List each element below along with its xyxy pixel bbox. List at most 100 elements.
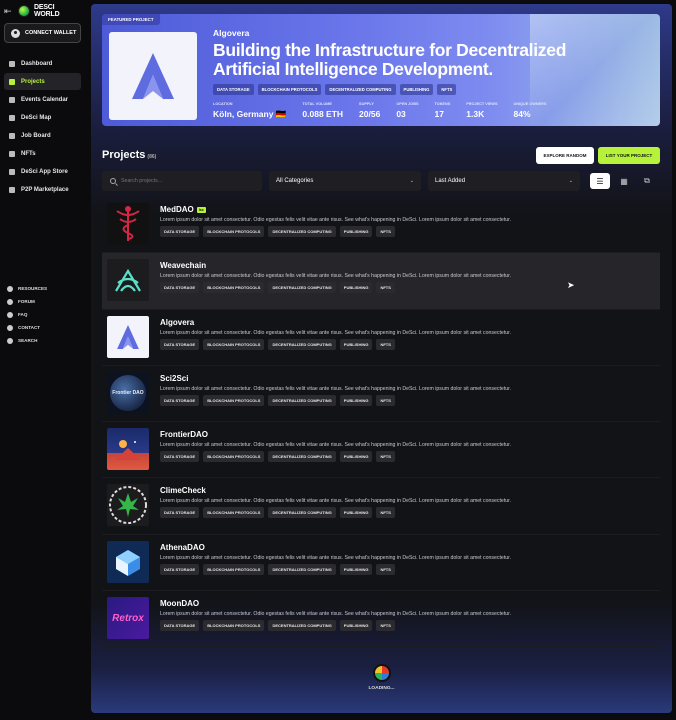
- nav-item-projects[interactable]: Projects: [4, 73, 81, 90]
- arrow-left-icon[interactable]: ⇤: [4, 6, 14, 17]
- project-row[interactable]: Frontier DAO Sci2Sci Lorem ipsum dolor s…: [102, 366, 660, 423]
- subnav-label: FORUM: [18, 299, 35, 304]
- featured-banner[interactable]: FEATURED PROJECT Algovera Building the I…: [102, 14, 660, 126]
- stat-project-views: PROJECT VIEWS 1.3K: [466, 102, 497, 120]
- project-name: Sci2Sci: [160, 374, 188, 383]
- project-row[interactable]: FrontierDAO Lorem ipsum dolor sit amet c…: [102, 422, 660, 479]
- project-tags: DATA STORAGE BLOCKCHAIN PROTOCOLS DECENTRA…: [160, 451, 395, 463]
- map-icon: [9, 114, 15, 121]
- project-name: AthenaDAO: [160, 543, 205, 552]
- project-row[interactable]: Algovera Lorem ipsum dolor sit amet cons…: [102, 310, 660, 366]
- secondary-nav: RESOURCES FORUM FAQ CONTACT SEARCH: [7, 282, 47, 347]
- tag: DECENTRALIZED COMPUTING: [268, 226, 336, 237]
- project-logo: [107, 484, 149, 527]
- sort-select[interactable]: Last Added ⌄: [428, 171, 580, 191]
- nav-item-nfts[interactable]: NFTs: [4, 145, 81, 162]
- stat-location: LOCATION Köln, Germany 🇩🇪: [213, 102, 286, 120]
- tag: NFTS: [376, 620, 395, 632]
- project-name-text: AthenaDAO: [160, 542, 205, 552]
- tag: BLOCKCHAIN PROTOCOLS: [203, 451, 265, 463]
- tag: BLOCKCHAIN PROTOCOLS: [203, 394, 265, 406]
- explore-random-button[interactable]: EXPLORE RANDOM: [536, 147, 594, 164]
- tag: BLOCKCHAIN PROTOCOLS: [203, 338, 265, 350]
- project-description: Lorem ipsum dolor sit amet consectetur. …: [160, 385, 512, 392]
- subnav-faq[interactable]: FAQ: [7, 308, 47, 321]
- nav-item-events-calendar[interactable]: Events Calendar: [4, 91, 81, 108]
- nav-item-job-board[interactable]: Job Board: [4, 127, 81, 144]
- list-view-icon: ☰: [596, 176, 604, 186]
- nav-label: NFTs: [21, 150, 36, 157]
- tag: DATA STORAGE: [160, 507, 200, 519]
- project-row[interactable]: MedDAO lsc Lorem ipsum dolor sit amet con…: [102, 197, 660, 254]
- nav-item-desci-map[interactable]: DeSci Map: [4, 109, 81, 126]
- tag: PUBLISHING: [339, 451, 373, 463]
- logo-text: DESCI WORLD: [34, 4, 60, 18]
- project-description: Lorem ipsum dolor sit amet consectetur. …: [160, 217, 512, 223]
- tag: PUBLISHING: [399, 84, 434, 95]
- project-row[interactable]: ClimeCheck Lorem ipsum dolor sit amet co…: [102, 478, 660, 535]
- stat-value: 17: [434, 109, 444, 119]
- tag: DECENTRALIZED COMPUTING: [268, 394, 336, 406]
- search-box[interactable]: [102, 171, 262, 191]
- appstore-icon: [9, 168, 15, 175]
- tag: BLOCKCHAIN PROTOCOLS: [203, 507, 265, 519]
- card-view-button[interactable]: ⧉: [637, 173, 657, 189]
- subnav-label: SEARCH: [18, 338, 38, 343]
- subnav-search[interactable]: SEARCH: [7, 334, 47, 347]
- stat-label: LOCATION: [213, 102, 233, 106]
- project-row[interactable]: AthenaDAO Lorem ipsum dolor sit amet con…: [102, 535, 660, 592]
- main-panel: FEATURED PROJECT Algovera Building the I…: [91, 4, 672, 713]
- projects-icon: [9, 78, 15, 85]
- subnav-forum[interactable]: FORUM: [7, 295, 47, 308]
- project-tags: DATA STORAGE BLOCKCHAIN PROTOCOLS DECENTRA…: [160, 338, 395, 350]
- project-tags: DATA STORAGE BLOCKCHAIN PROTOCOLS DECENTRA…: [160, 563, 395, 575]
- subnav-contact[interactable]: CONTACT: [7, 321, 47, 334]
- project-logo: Frontier DAO: [107, 371, 149, 414]
- nav-item-p2p-marketplace[interactable]: P2P Marketplace: [4, 181, 81, 198]
- tag: BLOCKCHAIN PROTOCOLS: [203, 563, 265, 575]
- project-name: FrontierDAO: [160, 430, 208, 439]
- tag: NFTS: [376, 507, 395, 519]
- category-select[interactable]: All Categories ⌄: [269, 171, 421, 191]
- grid-view-button[interactable]: ▦: [614, 173, 634, 189]
- project-description: Lorem ipsum dolor sit amet consectetur. …: [160, 554, 512, 561]
- stat-label: UNIQUE OWNERS: [513, 102, 547, 106]
- project-logo: Retrox: [107, 597, 149, 640]
- project-name-text: FrontierDAO: [160, 430, 208, 440]
- faq-icon: [7, 311, 13, 318]
- loading-text: LOADING...: [368, 686, 395, 691]
- project-list: MedDAO lsc Lorem ipsum dolor sit amet con…: [102, 197, 660, 648]
- project-name-text: MoonDAO: [160, 599, 200, 609]
- stat-value: 0.088 ETH: [302, 109, 344, 119]
- tag: NFTS: [376, 563, 395, 575]
- connect-wallet-button[interactable]: CONNECT WALLET: [4, 23, 81, 43]
- stat-label: PROJECT VIEWS: [466, 102, 498, 106]
- tag: DATA STORAGE: [160, 282, 200, 294]
- nav-label: P2P Marketplace: [21, 186, 69, 193]
- nav-item-dashboard[interactable]: Dashboard: [4, 55, 81, 72]
- project-row[interactable]: Retrox MoonDAO Lorem ipsum dolor sit ame…: [102, 591, 660, 648]
- project-row[interactable]: Weavechain Lorem ipsum dolor sit amet co…: [102, 253, 660, 310]
- project-logo: [107, 203, 149, 245]
- project-tags: DATA STORAGE BLOCKCHAIN PROTOCOLS DECENTRA…: [160, 620, 395, 632]
- tag: DATA STORAGE: [160, 451, 200, 463]
- search-input[interactable]: [121, 178, 251, 184]
- sort-select-value: Last Added: [435, 178, 466, 184]
- nft-icon: [9, 150, 15, 157]
- nav-item-app-store[interactable]: DeSci App Store: [4, 163, 81, 180]
- list-project-button[interactable]: LIST YOUR PROJECT: [598, 147, 660, 164]
- stat-open-jobs: OPEN JOBS 03: [396, 102, 418, 120]
- logo[interactable]: ⇤ DESCI WORLD: [4, 3, 60, 19]
- list-view-button[interactable]: ☰: [590, 173, 610, 189]
- project-logo: [107, 428, 149, 471]
- tag: NFTS: [376, 282, 395, 294]
- connect-wallet-label: CONNECT WALLET: [25, 30, 77, 36]
- category-select-value: All Categories: [276, 178, 314, 184]
- subnav-resources[interactable]: RESOURCES: [7, 282, 47, 295]
- search-icon: [7, 337, 13, 344]
- tag: DATA STORAGE: [160, 394, 200, 406]
- tag: BLOCKCHAIN PROTOCOLS: [257, 84, 322, 95]
- calendar-icon: [9, 96, 15, 103]
- tag: BLOCKCHAIN PROTOCOLS: [203, 282, 265, 294]
- marketplace-icon: [9, 186, 15, 193]
